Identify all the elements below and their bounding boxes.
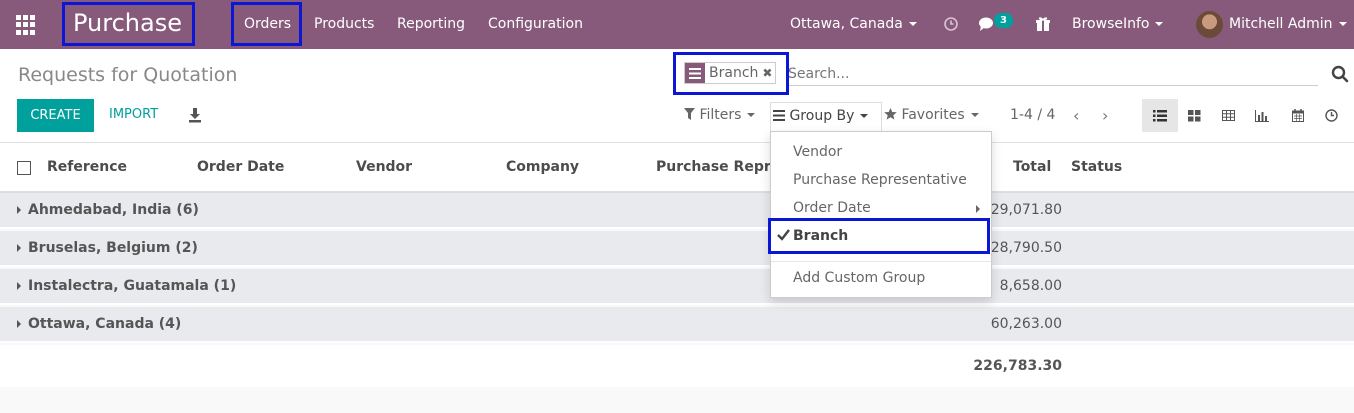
- search-icon[interactable]: [1331, 65, 1349, 83]
- import-button[interactable]: IMPORT: [109, 107, 158, 122]
- list-header: Reference Order Date Vendor Company Purc…: [0, 143, 1354, 193]
- gift-icon[interactable]: [1035, 16, 1051, 32]
- group-row-total: 8,658.00: [999, 278, 1062, 294]
- star-icon: [884, 108, 897, 120]
- filters-button[interactable]: Filters: [684, 107, 756, 123]
- group-by-facet-icon: [685, 63, 705, 83]
- pager-value[interactable]: 1-4 / 4: [1010, 107, 1055, 123]
- list-view-button[interactable]: [1142, 99, 1178, 132]
- bar-chart-icon: [1255, 109, 1269, 122]
- select-all-checkbox[interactable]: [17, 161, 31, 175]
- group-row[interactable]: Instalectra, Guatamala (1) 8,658.00: [0, 269, 1354, 305]
- dropdown-divider: [771, 261, 991, 262]
- groupby-option-order-date[interactable]: Order Date: [793, 200, 871, 216]
- search-facet-branch: Branch ✖: [684, 62, 777, 84]
- group-by-label: Group By: [789, 108, 855, 124]
- activity-clock-icon[interactable]: [943, 16, 959, 32]
- user-menu[interactable]: Mitchell Admin: [1229, 16, 1347, 32]
- menu-configuration[interactable]: Configuration: [488, 16, 583, 32]
- groupby-option-vendor[interactable]: Vendor: [793, 144, 842, 160]
- group-expand-icon: [17, 244, 21, 252]
- group-expand-icon: [17, 282, 21, 290]
- list-view-icon: [1153, 109, 1167, 121]
- submenu-arrow-icon: [976, 205, 980, 213]
- group-expand-icon: [17, 320, 21, 328]
- group-row-total: 60,263.00: [990, 316, 1062, 332]
- branch-switcher-label: Ottawa, Canada: [790, 16, 903, 32]
- group-row-name: Bruselas, Belgium (2): [17, 240, 198, 256]
- groupby-option-purchase-representative[interactable]: Purchase Representative: [793, 172, 967, 188]
- clock-icon: [1324, 109, 1338, 122]
- apps-menu-icon[interactable]: [16, 15, 36, 35]
- download-icon[interactable]: [188, 107, 202, 123]
- control-panel: Requests for Quotation Branch ✖ CREATE I…: [0, 49, 1354, 143]
- filter-icon: [684, 108, 695, 120]
- group-by-dropdown: Vendor Purchase Representative Order Dat…: [770, 131, 992, 298]
- facet-label: Branch: [709, 65, 759, 81]
- group-row-name: Ahmedabad, India (6): [17, 202, 199, 218]
- top-navbar: Purchase Orders Products Reporting Confi…: [0, 0, 1354, 49]
- column-order-date[interactable]: Order Date: [197, 159, 284, 175]
- user-menu-label: Mitchell Admin: [1229, 16, 1333, 32]
- user-avatar[interactable]: [1196, 11, 1223, 38]
- group-row[interactable]: Ottawa, Canada (4) 60,263.00: [0, 307, 1354, 343]
- column-vendor[interactable]: Vendor: [356, 159, 412, 175]
- company-switcher-label: BrowseInfo: [1072, 16, 1150, 32]
- branch-switcher[interactable]: Ottawa, Canada: [790, 16, 917, 32]
- graph-view-button[interactable]: [1245, 99, 1279, 132]
- group-expand-icon: [17, 206, 21, 214]
- kanban-view-button[interactable]: [1177, 99, 1211, 132]
- column-company[interactable]: Company: [506, 159, 579, 175]
- group-row[interactable]: Bruselas, Belgium (2) 28,790.50: [0, 231, 1354, 267]
- group-by-button[interactable]: Group By: [770, 102, 882, 132]
- menu-reporting[interactable]: Reporting: [397, 16, 465, 32]
- group-row-total: 29,071.80: [990, 202, 1062, 218]
- company-switcher[interactable]: BrowseInfo: [1072, 16, 1164, 32]
- app-title[interactable]: Purchase: [73, 9, 182, 37]
- group-row-total: 28,790.50: [990, 240, 1062, 256]
- group-row-name: Instalectra, Guatamala (1): [17, 278, 236, 294]
- highlight-box-branch-option: [768, 218, 990, 254]
- list-footer: 226,783.30: [0, 345, 1354, 387]
- messages-count-badge: 3: [994, 13, 1013, 28]
- calendar-icon: [1292, 109, 1304, 122]
- menu-orders[interactable]: Orders: [244, 16, 291, 32]
- filters-label: Filters: [699, 107, 742, 123]
- favorites-button[interactable]: Favorites: [884, 107, 979, 123]
- search-input[interactable]: [788, 62, 1318, 86]
- favorites-label: Favorites: [901, 107, 965, 123]
- column-total[interactable]: Total: [1013, 159, 1051, 175]
- column-reference[interactable]: Reference: [47, 159, 127, 175]
- calendar-view-button[interactable]: [1281, 99, 1315, 132]
- kanban-view-icon: [1187, 109, 1200, 121]
- group-row[interactable]: Ahmedabad, India (6) 29,071.80: [0, 193, 1354, 229]
- facet-remove-icon[interactable]: ✖: [762, 63, 775, 83]
- pivot-table-icon: [1221, 110, 1235, 121]
- pager-next-icon[interactable]: ›: [1102, 106, 1108, 125]
- group-row-name: Ottawa, Canada (4): [17, 316, 181, 332]
- menu-products[interactable]: Products: [314, 16, 374, 32]
- pivot-view-button[interactable]: [1211, 99, 1245, 132]
- column-settings-icon[interactable]: ⋮: [1350, 159, 1354, 175]
- group-by-icon: [773, 110, 785, 121]
- add-custom-group-button[interactable]: Add Custom Group: [793, 270, 925, 286]
- activity-view-button[interactable]: [1314, 99, 1348, 132]
- column-status[interactable]: Status: [1071, 159, 1122, 175]
- pager-previous-icon[interactable]: ‹: [1073, 106, 1079, 125]
- create-button[interactable]: CREATE: [17, 99, 94, 132]
- breadcrumb: Requests for Quotation: [18, 64, 238, 86]
- grand-total: 226,783.30: [973, 358, 1062, 374]
- column-purchase-representative[interactable]: Purchase Repr: [656, 159, 771, 175]
